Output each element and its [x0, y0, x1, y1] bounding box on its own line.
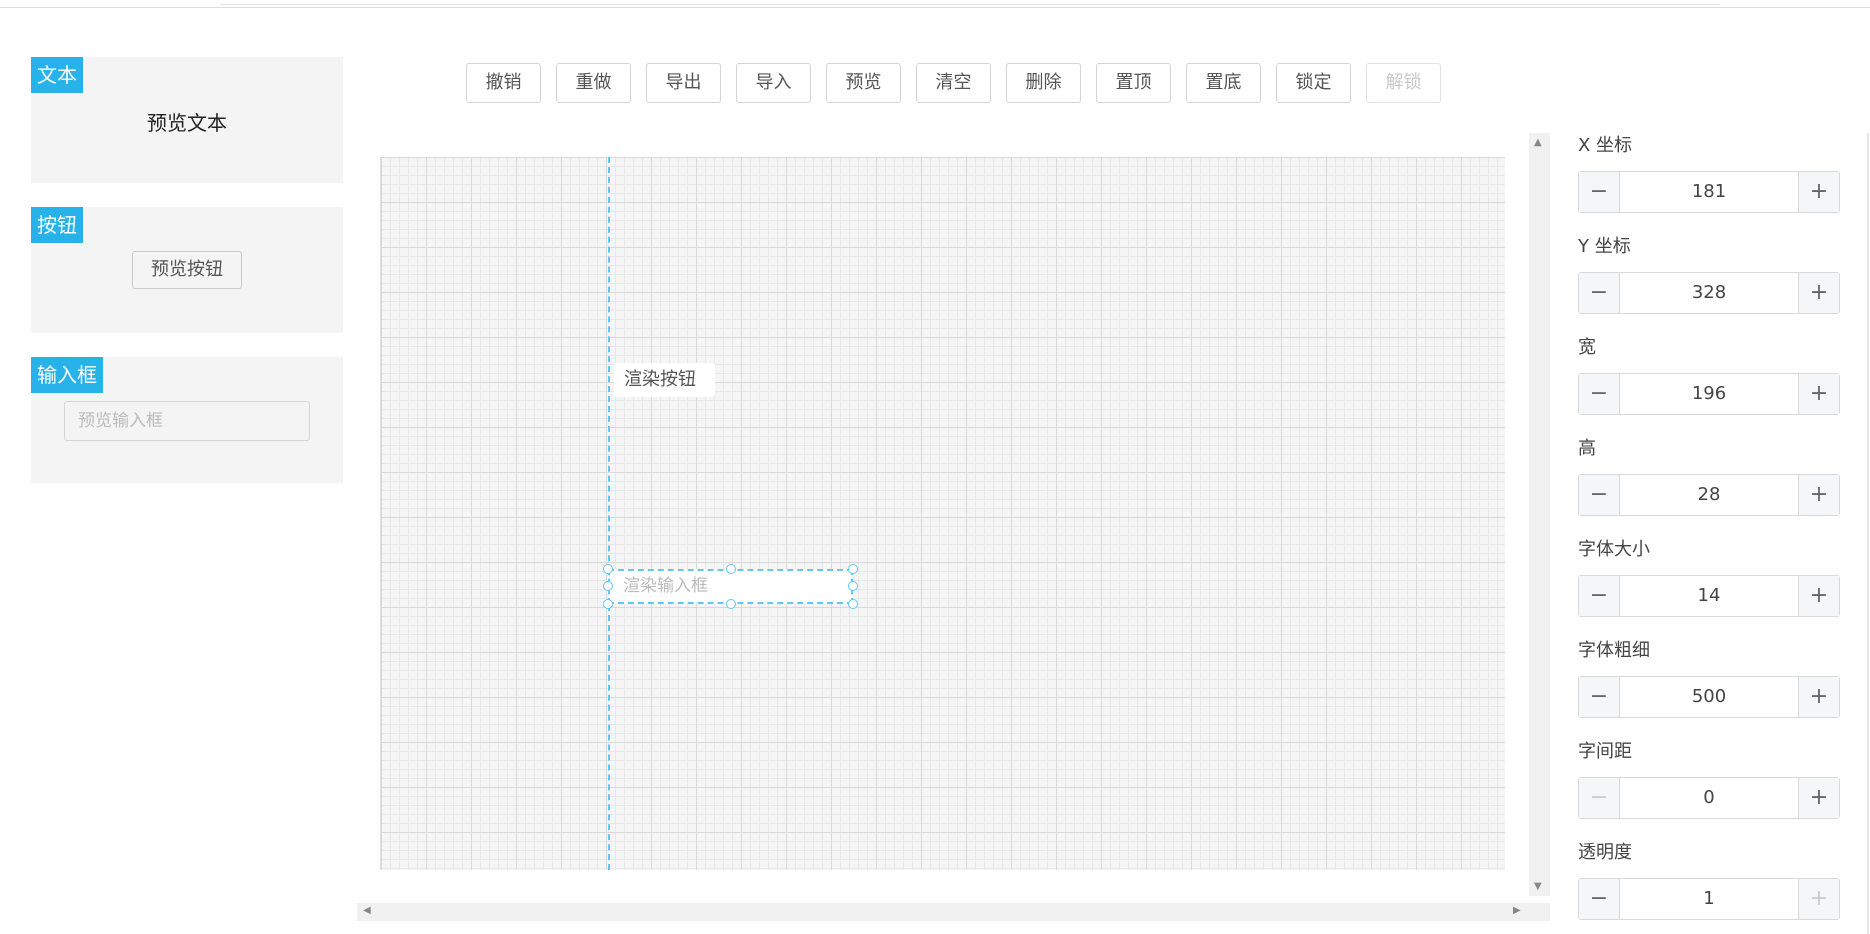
export-button[interactable]: 导出 [646, 63, 721, 103]
minus-icon[interactable]: − [1579, 677, 1620, 717]
minus-icon[interactable]: − [1579, 374, 1620, 414]
resize-handle-top-right[interactable] [848, 564, 858, 574]
component-card-input[interactable]: 输入框 预览输入框 [31, 357, 343, 483]
prop-label: 字间距 [1578, 741, 1632, 762]
delete-button[interactable]: 删除 [1006, 63, 1081, 103]
font-weight-stepper[interactable]: − 500 + [1578, 676, 1840, 718]
component-tag-text: 文本 [31, 57, 83, 93]
prop-label: 宽 [1578, 337, 1596, 358]
import-button[interactable]: 导入 [736, 63, 811, 103]
opacity-stepper[interactable]: − 1 + [1578, 878, 1840, 920]
x-value[interactable]: 181 [1620, 172, 1798, 212]
plus-icon[interactable]: + [1798, 475, 1839, 515]
plus-icon[interactable]: + [1798, 374, 1839, 414]
panel-divider [1867, 133, 1869, 934]
width-stepper[interactable]: − 196 + [1578, 373, 1840, 415]
undo-button[interactable]: 撤销 [466, 63, 541, 103]
browser-tab-edge [220, 0, 1720, 5]
arrow-down-icon[interactable]: ▼ [1534, 881, 1542, 892]
component-tag-input: 输入框 [31, 357, 103, 393]
vertical-scrollbar[interactable]: ▲ ▼ [1529, 133, 1550, 896]
prop-label: 透明度 [1578, 842, 1632, 863]
bring-to-top-button[interactable]: 置顶 [1096, 63, 1171, 103]
plus-icon[interactable]: + [1798, 576, 1839, 616]
redo-button[interactable]: 重做 [556, 63, 631, 103]
minus-icon[interactable]: − [1579, 273, 1620, 313]
prop-letter-spacing: 字间距 − 0 + [1578, 739, 1840, 819]
minus-icon[interactable]: − [1579, 475, 1620, 515]
lock-button[interactable]: 锁定 [1276, 63, 1351, 103]
prop-label: X 坐标 [1578, 135, 1633, 156]
unlock-button[interactable]: 解锁 [1366, 63, 1441, 103]
plus-icon[interactable]: + [1798, 879, 1839, 919]
plus-icon[interactable]: + [1798, 677, 1839, 717]
minus-icon[interactable]: − [1579, 576, 1620, 616]
height-stepper[interactable]: − 28 + [1578, 474, 1840, 516]
prop-font-weight: 字体粗细 − 500 + [1578, 638, 1840, 718]
arrow-right-icon[interactable]: ▶ [1513, 905, 1521, 916]
preview-button[interactable]: 预览 [826, 63, 901, 103]
send-to-bottom-button[interactable]: 置底 [1186, 63, 1261, 103]
resize-handle-bottom-right[interactable] [848, 599, 858, 609]
plus-icon[interactable]: + [1798, 172, 1839, 212]
clear-button[interactable]: 清空 [916, 63, 991, 103]
font-size-value[interactable]: 14 [1620, 576, 1798, 616]
width-value[interactable]: 196 [1620, 374, 1798, 414]
arrow-up-icon[interactable]: ▲ [1534, 137, 1542, 148]
prop-font-size: 字体大小 − 14 + [1578, 537, 1840, 617]
plus-icon[interactable]: + [1798, 778, 1839, 818]
prop-x: X 坐标 − 181 + [1578, 133, 1840, 213]
prop-opacity: 透明度 − 1 + [1578, 840, 1840, 920]
resize-handle-top[interactable] [726, 564, 736, 574]
arrow-left-icon[interactable]: ◀ [363, 905, 371, 916]
resize-handle-bottom-left[interactable] [603, 599, 613, 609]
prop-label: Y 坐标 [1578, 236, 1631, 257]
component-tag-button: 按钮 [31, 207, 83, 243]
letter-spacing-stepper[interactable]: − 0 + [1578, 777, 1840, 819]
alignment-guide-vertical [608, 157, 610, 870]
minus-icon[interactable]: − [1579, 172, 1620, 212]
letter-spacing-value[interactable]: 0 [1620, 778, 1798, 818]
resize-handle-bottom[interactable] [726, 599, 736, 609]
component-card-button[interactable]: 按钮 预览按钮 [31, 207, 343, 333]
preview-text: 预览文本 [147, 111, 227, 135]
toolbar: 撤销 重做 导出 导入 预览 清空 删除 置顶 置底 锁定 解锁 [466, 63, 1441, 103]
prop-label: 字体粗细 [1578, 640, 1650, 661]
horizontal-scrollbar[interactable]: ◀ ▶ [357, 903, 1550, 921]
y-stepper[interactable]: − 328 + [1578, 272, 1840, 314]
canvas-scroll-area[interactable]: 渲染按钮 渲染输入框 ▲ ▼ ◀ ▶ [357, 133, 1550, 921]
canvas-rendered-button[interactable]: 渲染按钮 [614, 363, 715, 397]
height-value[interactable]: 28 [1620, 475, 1798, 515]
preview-button[interactable]: 预览按钮 [132, 251, 242, 289]
x-stepper[interactable]: − 181 + [1578, 171, 1840, 213]
prop-label: 高 [1578, 438, 1596, 459]
opacity-value[interactable]: 1 [1620, 879, 1798, 919]
minus-icon[interactable]: − [1579, 879, 1620, 919]
editor-canvas[interactable]: 渲染按钮 渲染输入框 [380, 157, 1505, 870]
prop-height: 高 − 28 + [1578, 436, 1840, 516]
prop-y: Y 坐标 − 328 + [1578, 234, 1840, 314]
resize-handle-right[interactable] [848, 581, 858, 591]
minus-icon[interactable]: − [1579, 778, 1620, 818]
preview-input[interactable]: 预览输入框 [64, 401, 310, 441]
prop-label: 字体大小 [1578, 539, 1650, 560]
browser-top-edge [0, 0, 1870, 8]
y-value[interactable]: 328 [1620, 273, 1798, 313]
font-size-stepper[interactable]: − 14 + [1578, 575, 1840, 617]
prop-width: 宽 − 196 + [1578, 335, 1840, 415]
resize-handle-left[interactable] [603, 581, 613, 591]
resize-handle-top-left[interactable] [603, 564, 613, 574]
plus-icon[interactable]: + [1798, 273, 1839, 313]
font-weight-value[interactable]: 500 [1620, 677, 1798, 717]
component-card-text[interactable]: 文本 预览文本 [31, 57, 343, 183]
